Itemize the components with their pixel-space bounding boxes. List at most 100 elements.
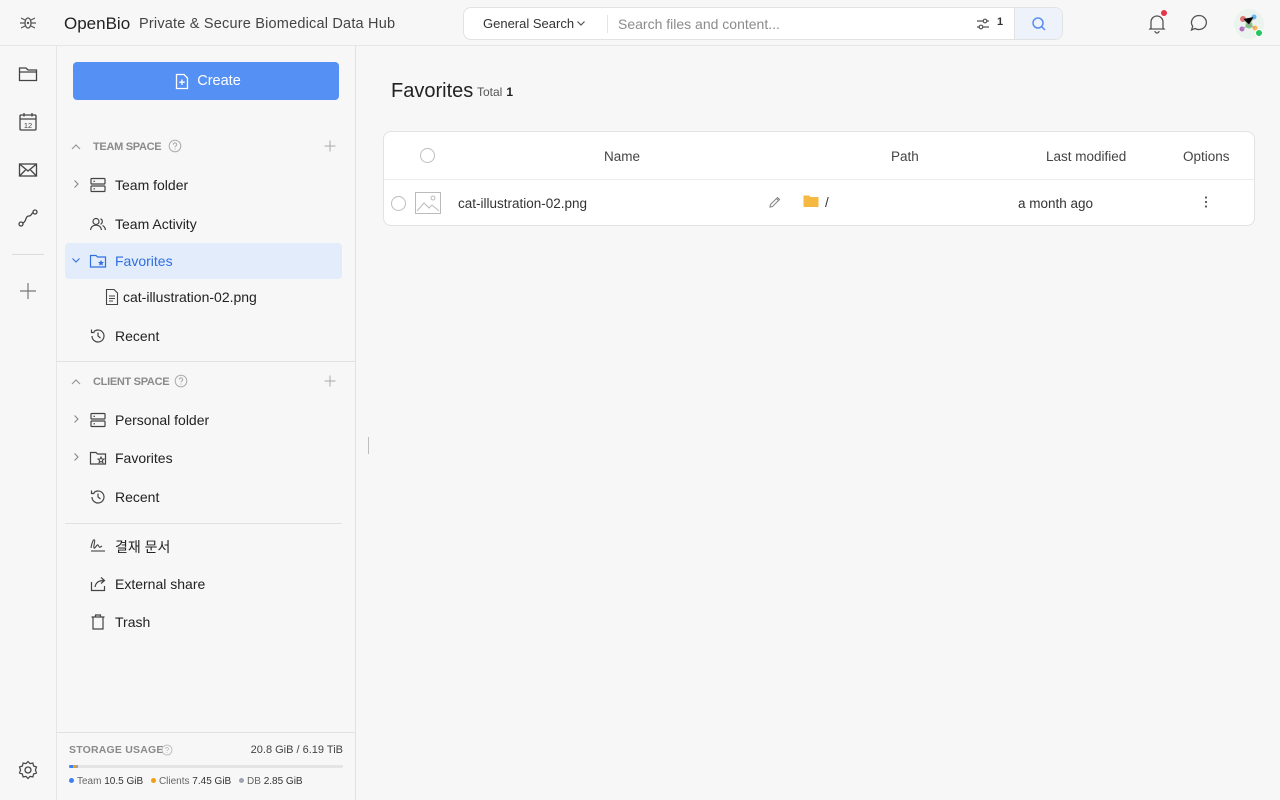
team-icon [89, 217, 107, 231]
sidebar-item-team-activity[interactable]: Team Activity [65, 206, 342, 242]
star-folder-icon [89, 451, 107, 465]
logo-icon[interactable] [18, 13, 38, 33]
sidebar-item-label: Team Activity [115, 216, 197, 232]
row-select-checkbox[interactable] [391, 196, 406, 211]
section-divider [57, 361, 356, 362]
storage-total: 20.8 GiB / 6.19 TiB [250, 744, 343, 756]
history-icon [90, 329, 105, 343]
legend-clients-value: 7.45 GiB [192, 776, 232, 787]
column-header-name[interactable]: Name [604, 149, 640, 164]
chevron-up-icon [71, 144, 81, 150]
search-bar: General Search 1 [463, 7, 1063, 40]
sidebar-item-external-share[interactable]: External share [65, 566, 342, 602]
plus-icon[interactable] [17, 280, 39, 302]
team-space-header[interactable]: TEAM SPACE [57, 137, 356, 157]
file-last-modified: a month ago [1018, 196, 1094, 211]
help-icon[interactable] [174, 374, 188, 388]
top-bar: OpenBio Private & Secure Biomedical Data… [0, 0, 1280, 46]
sidebar-item-favorite-file[interactable]: cat-illustration-02.png [65, 279, 342, 315]
sidebar-item-approval-documents[interactable]: 결재 문서 [65, 527, 342, 563]
chevron-down-icon [577, 21, 585, 26]
filter-count: 1 [997, 16, 1004, 28]
create-button-label: Create [197, 73, 241, 89]
add-team-item-icon[interactable] [323, 139, 337, 153]
new-file-icon [175, 73, 189, 90]
file-path[interactable]: / [825, 195, 829, 210]
sidebar-item-personal-folder[interactable]: Personal folder [65, 402, 342, 438]
history-icon [90, 490, 105, 504]
signature-icon [90, 539, 105, 552]
search-divider [607, 15, 608, 33]
calendar-icon[interactable]: 12 [17, 111, 39, 133]
legend-dot-clients [150, 778, 156, 783]
storage-usage: STORAGE USAGE 20.8 GiB / 6.19 TiB Team 1… [57, 732, 356, 800]
app-rail: 12 [0, 46, 57, 800]
client-space-header[interactable]: CLIENT SPACE [57, 372, 356, 392]
page-title: Favorites [391, 80, 474, 102]
server-icon [90, 177, 106, 193]
sidebar-item-label: External share [115, 576, 206, 592]
column-header-options: Options [1183, 149, 1230, 164]
messages-button[interactable] [1188, 12, 1210, 34]
search-input[interactable] [618, 15, 958, 33]
search-scope-dropdown[interactable]: General Search [464, 8, 607, 39]
search-button[interactable] [1014, 8, 1062, 39]
chevron-right-icon [74, 415, 79, 423]
sidebar-item-label: Team folder [115, 177, 189, 193]
file-name[interactable]: cat-illustration-02.png [458, 196, 587, 211]
legend-team-value: 10.5 GiB [104, 776, 144, 787]
legend-dot-team [69, 778, 74, 783]
more-vertical-icon[interactable] [1198, 194, 1214, 210]
sidebar-item-client-favorites[interactable]: Favorites [65, 440, 342, 476]
help-icon[interactable] [161, 744, 173, 756]
folder-icon [803, 195, 819, 207]
sidebar-item-label: Recent [115, 489, 160, 505]
storage-progress-bar [69, 765, 343, 768]
add-client-item-icon[interactable] [323, 374, 337, 388]
sidebar-item-label: 결재 문서 [115, 539, 171, 555]
legend-db-name: DB [247, 776, 261, 787]
edit-icon[interactable] [768, 195, 782, 209]
client-space-title: CLIENT SPACE [93, 376, 170, 388]
select-all-checkbox[interactable] [420, 148, 435, 163]
sidebar-item-team-folder[interactable]: Team folder [65, 167, 342, 203]
chevron-right-icon [74, 180, 79, 188]
sidebar-item-label: Favorites [115, 253, 173, 269]
storage-legend: Team 10.5 GiB Clients 7.45 GiB DB 2.85 G… [69, 776, 308, 787]
rail-divider [12, 254, 44, 255]
table-header: Name Path Last modified Options [384, 132, 1254, 180]
share-icon [90, 577, 106, 592]
filter-icon [977, 18, 989, 30]
column-header-path[interactable]: Path [891, 149, 919, 164]
sidebar-item-label: Trash [115, 614, 151, 630]
total-count-label: Total 1 [477, 85, 513, 99]
avatar[interactable] [1234, 9, 1264, 39]
help-icon[interactable] [168, 139, 182, 153]
table-row[interactable]: cat-illustration-02.png / a month ago [384, 180, 1254, 225]
trash-icon [91, 614, 105, 630]
folder-icon[interactable] [17, 63, 39, 85]
sidebar-item-client-recent[interactable]: Recent [65, 479, 342, 515]
mail-icon[interactable] [17, 159, 39, 181]
legend-clients-name: Clients [158, 776, 190, 787]
settings-icon[interactable] [17, 759, 39, 781]
route-icon[interactable] [17, 207, 39, 229]
create-button[interactable]: Create [73, 62, 339, 100]
legend-team-name: Team [77, 776, 102, 787]
panel-resize-handle[interactable] [368, 437, 369, 454]
filter-button[interactable]: 1 [975, 15, 1015, 33]
notifications-button[interactable] [1146, 10, 1168, 34]
chevron-right-icon [74, 453, 79, 461]
sidebar-item-favorites[interactable]: Favorites [65, 243, 342, 279]
total-count: 1 [506, 85, 514, 99]
section-divider [65, 523, 342, 524]
file-icon [105, 288, 119, 306]
sidebar-item-recent[interactable]: Recent [65, 318, 342, 354]
column-header-last-modified[interactable]: Last modified [1046, 149, 1126, 164]
star-folder-icon [89, 254, 107, 268]
notification-dot [1161, 10, 1167, 16]
search-scope-label: General Search [483, 16, 575, 31]
online-status-dot [1255, 29, 1263, 37]
sidebar-item-trash[interactable]: Trash [65, 604, 342, 640]
app-name[interactable]: OpenBio [64, 14, 130, 34]
